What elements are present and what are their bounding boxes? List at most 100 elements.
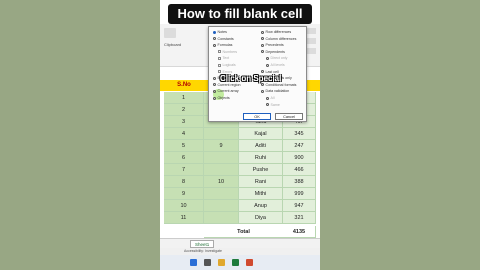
cell-name[interactable]: Mithi [239,188,283,200]
ok-button[interactable]: OK [243,113,271,120]
option-constants[interactable]: Constants [213,37,234,42]
cell-marks[interactable]: 388 [283,176,316,188]
radio-icon[interactable] [266,103,269,107]
table-row: 11 Diya 321 [160,212,320,224]
option-objects[interactable]: Objects [213,96,230,101]
cell-sno[interactable]: 10 [164,200,204,212]
total-label: Total [204,226,283,238]
option-numbers[interactable]: Numbers [218,50,237,55]
cell-group[interactable] [204,188,239,200]
cell-group[interactable]: 9 [204,140,239,152]
excel-icon[interactable] [232,259,239,266]
option-formulas[interactable]: Formulas [213,43,232,48]
option-current-region[interactable]: Current region [213,83,240,88]
option-text[interactable]: Text [218,56,229,61]
option-all-levels[interactable]: All levels [266,63,285,68]
windows-start-icon[interactable] [190,259,197,266]
radio-icon[interactable] [261,50,264,54]
cell-sno[interactable]: 8 [164,176,204,188]
table-row: 8 10 Rani 388 [160,176,320,188]
cell-sno[interactable]: 7 [164,164,204,176]
cell-marks[interactable]: 466 [283,164,316,176]
cell-marks[interactable]: 900 [283,152,316,164]
radio-icon[interactable] [213,83,216,87]
option-label: Same [270,102,280,107]
cell-marks[interactable]: 999 [283,188,316,200]
radio-icon[interactable] [213,43,216,47]
option-direct-only[interactable]: Direct only [266,56,287,61]
option-same[interactable]: Same [266,103,280,108]
cancel-button[interactable]: Cancel [275,113,303,120]
option-dependents[interactable]: Dependents [261,50,285,55]
table-row: 9 Mithi 999 [160,188,320,200]
radio-icon[interactable] [261,30,264,34]
radio-icon[interactable] [261,70,264,74]
radio-icon[interactable] [213,76,216,80]
cell-group[interactable] [204,152,239,164]
option-label: Formulas [217,43,233,48]
cell-group[interactable] [204,200,239,212]
radio-icon[interactable] [261,83,264,87]
option-row-differences[interactable]: Row differences [261,30,291,35]
cell-marks[interactable]: 321 [283,212,316,224]
cell-marks[interactable]: 345 [283,128,316,140]
radio-icon[interactable] [266,63,269,67]
option-notes[interactable]: Notes [213,30,227,35]
radio-icon[interactable] [213,30,216,34]
cell-group[interactable] [204,164,239,176]
option-label: Notes [217,30,227,34]
cell-name[interactable]: Diya [239,212,283,224]
option-label: Constants [217,36,234,41]
cell-group[interactable] [204,128,239,140]
cell-group[interactable]: 10 [204,176,239,188]
paste-icon[interactable] [164,28,176,38]
radio-icon[interactable] [261,89,264,93]
radio-icon[interactable] [261,37,264,41]
cell-name[interactable]: Aditi [239,140,283,152]
tab-sheet1[interactable]: Sheet1 [190,240,215,248]
checkbox-icon[interactable] [218,56,221,60]
cell-sno[interactable]: 5 [164,140,204,152]
cell-sno[interactable]: 6 [164,152,204,164]
option-column-differences[interactable]: Column differences [261,37,296,42]
radio-icon[interactable] [213,96,216,100]
cell-sno[interactable]: 2 [164,104,204,116]
cell-marks[interactable]: 247 [283,140,316,152]
cell-name[interactable]: Anup [239,200,283,212]
radio-icon[interactable] [213,37,216,41]
checkbox-icon[interactable] [218,50,221,54]
left-background [0,0,160,270]
cell-name[interactable]: Rani [239,176,283,188]
cell-sno[interactable]: 9 [164,188,204,200]
video-frame: How to fill blank cell Clipboard S.No rk… [160,0,320,270]
table-row: 4 Kajal 345 [160,128,320,140]
cell-name[interactable]: Ruhi [239,152,283,164]
cell-sno[interactable]: 4 [164,128,204,140]
cell-sno[interactable]: 11 [164,212,204,224]
checkbox-icon[interactable] [218,70,221,74]
radio-icon[interactable] [213,89,216,93]
option-label: Objects [217,96,230,100]
option-data-validation[interactable]: Data validation [261,89,289,94]
option-precedents[interactable]: Precedents [261,43,284,48]
checkbox-icon[interactable] [218,63,221,67]
instruction-callout: Click on Special [220,74,282,83]
radio-icon[interactable] [261,43,264,47]
cell-marks[interactable]: 947 [283,200,316,212]
radio-icon[interactable] [266,96,269,100]
cell-name[interactable]: Pushe [239,164,283,176]
cell-sno[interactable]: 3 [164,116,204,128]
cell-name[interactable]: Kajal [239,128,283,140]
total-value: 4135 [283,226,316,238]
file-explorer-icon[interactable] [218,259,225,266]
cell-group[interactable] [204,212,239,224]
option-label: Column differences [265,36,297,41]
option-current-array[interactable]: Current array [213,89,239,94]
radio-icon[interactable] [266,56,269,60]
option-conditional-formats[interactable]: Conditional formats [261,83,296,88]
search-icon[interactable] [204,259,211,266]
browser-icon[interactable] [246,259,253,266]
option-logicals[interactable]: Logicals [218,63,236,68]
cell-sno[interactable]: 1 [164,92,204,104]
option-all[interactable]: All [266,96,275,101]
